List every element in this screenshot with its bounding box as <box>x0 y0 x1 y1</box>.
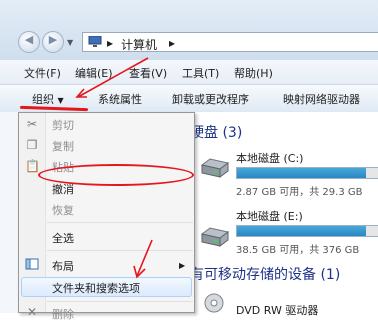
menu-separator <box>47 301 193 302</box>
drive-e-name[interactable]: 本地磁盘 (E:) <box>236 208 303 224</box>
menu-bar: 文件(F) 编辑(E) 查看(V) 工具(T) 帮助(H) <box>0 60 378 85</box>
system-properties-button[interactable]: 系统属性 <box>98 91 142 107</box>
forward-button[interactable]: ▶ <box>42 31 64 53</box>
organize-dropdown-menu: ✂ 剪切 ❐ 复制 📋 粘贴 撤消 恢复 全选 布局 ▶ 文件夹和搜索选项 ✕ … <box>18 112 195 321</box>
hard-drive-icon <box>200 158 230 178</box>
map-network-drive-button[interactable]: 映射网络驱动器 <box>283 91 360 107</box>
chevron-down-icon: ▼ <box>57 96 64 105</box>
forward-arrow-icon: ▶ <box>48 33 58 46</box>
drive-c-free-space: 2.87 GB 可用，共 29.3 GB <box>236 187 363 198</box>
menu-item-layout[interactable]: 布局 <box>52 258 74 274</box>
menu-item-select-all[interactable]: 全选 <box>52 230 74 246</box>
annotation-oval <box>38 164 194 186</box>
organize-button[interactable]: 组织 ▼ <box>32 91 64 107</box>
breadcrumb-chevron-icon[interactable]: ▸ <box>169 36 175 50</box>
drive-e-free-space: 38.5 GB 可用，共 376 GB <box>236 245 360 256</box>
back-button[interactable]: ◀ <box>18 31 40 53</box>
menu-item-delete[interactable]: 删除 <box>52 306 74 322</box>
address-bar[interactable]: ▸ 计算机 ▸ <box>82 32 378 52</box>
window-titlebar: ◀ ▶ ▼ ▸ 计算机 ▸ <box>0 0 378 60</box>
menu-separator <box>47 222 193 223</box>
layout-icon <box>25 258 39 270</box>
uninstall-program-button[interactable]: 卸载或更改程序 <box>172 91 249 107</box>
navigation-pane <box>0 112 18 313</box>
menu-edit[interactable]: 编辑(E) <box>75 65 113 81</box>
section-removable-storage: 有可移动存储的设备 (1) <box>190 267 341 283</box>
breadcrumb-computer[interactable]: 计算机 <box>121 36 157 53</box>
hard-drive-icon <box>200 227 230 247</box>
organize-label: 组织 <box>32 93 54 106</box>
drive-e-usage-bar <box>236 225 378 237</box>
drive-c-name[interactable]: 本地磁盘 (C:) <box>236 150 303 166</box>
scissors-icon: ✂ <box>26 117 38 131</box>
dvd-drive-icon <box>204 293 224 313</box>
drive-c-usage-bar <box>236 167 378 179</box>
section-hard-disks: 硬盘 (3) <box>190 125 243 141</box>
menu-separator <box>47 250 193 251</box>
copy-icon: ❐ <box>26 138 38 152</box>
computer-icon <box>88 36 102 47</box>
delete-icon: ✕ <box>26 305 38 319</box>
paste-icon: 📋 <box>25 159 40 173</box>
recent-pages-dropdown-icon[interactable]: ▼ <box>67 38 73 47</box>
breadcrumb-chevron-icon[interactable]: ▸ <box>107 36 113 50</box>
menu-item-copy[interactable]: 复制 <box>52 138 74 154</box>
menu-file[interactable]: 文件(F) <box>24 65 61 81</box>
menu-item-folder-search-options[interactable]: 文件夹和搜索选项 <box>52 280 140 296</box>
menu-view[interactable]: 查看(V) <box>129 65 167 81</box>
menu-item-redo[interactable]: 恢复 <box>52 202 74 218</box>
menu-tools[interactable]: 工具(T) <box>182 65 219 81</box>
menu-help[interactable]: 帮助(H) <box>234 65 273 81</box>
menu-item-cut[interactable]: 剪切 <box>52 117 74 133</box>
submenu-arrow-icon: ▶ <box>179 261 186 270</box>
back-arrow-icon: ◀ <box>24 33 34 46</box>
dvd-drive-name[interactable]: DVD RW 驱动器 <box>236 302 318 318</box>
